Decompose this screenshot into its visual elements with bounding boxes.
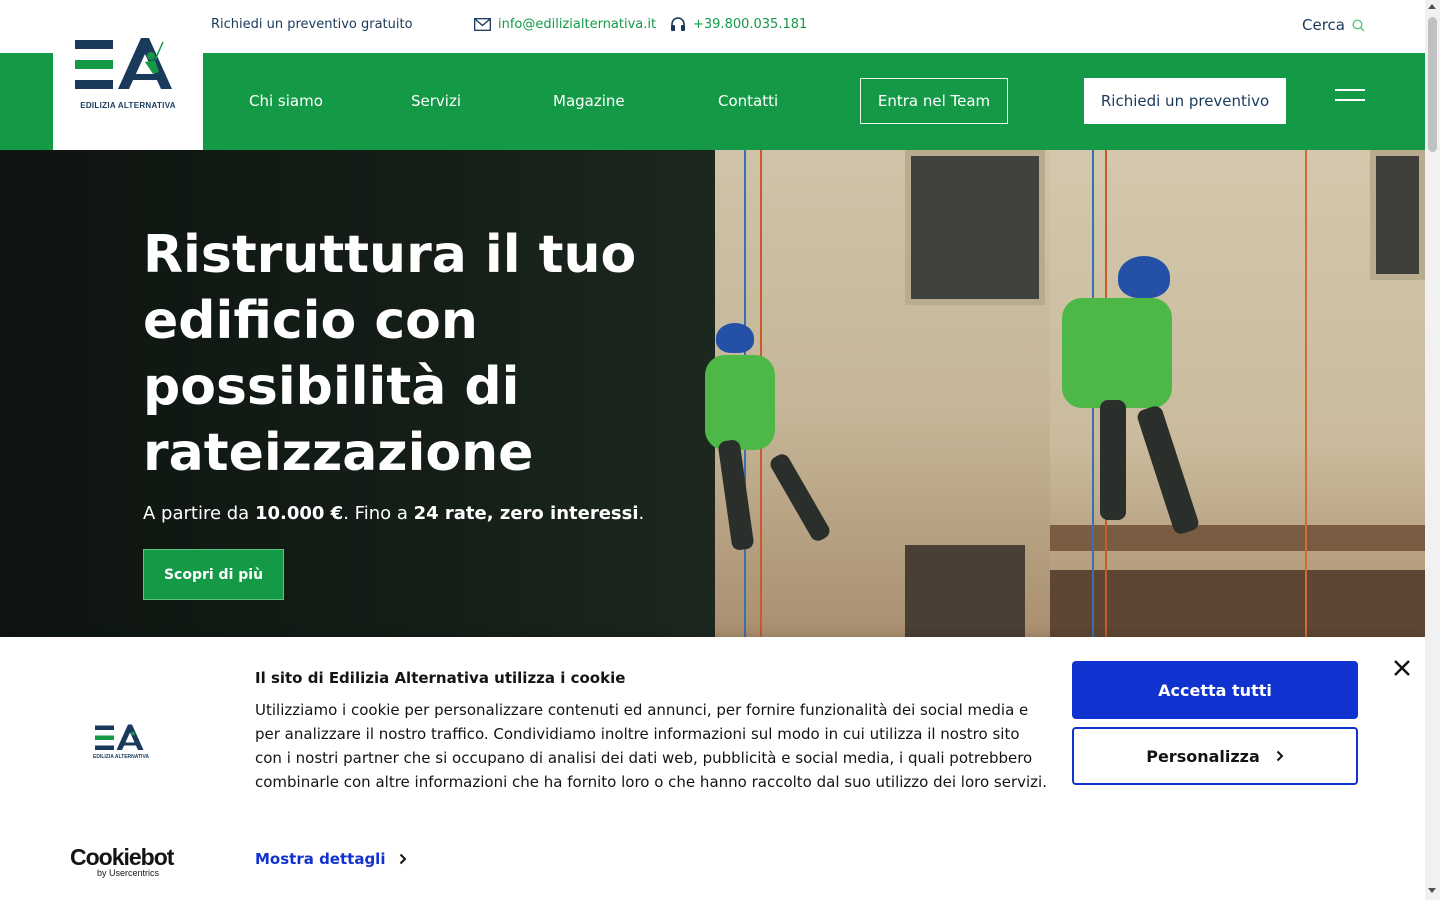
installments-info: 24 rate, zero interessi <box>413 503 639 524</box>
chevron-right-icon <box>1276 750 1284 762</box>
edilizia-alternativa-logo-icon <box>75 38 172 89</box>
nav-item-servizi[interactable]: Servizi <box>411 92 461 110</box>
logo-text: EDILIZIA ALTERNATIVA <box>80 101 176 110</box>
cookiebot-name: Cookiebot <box>70 844 174 870</box>
search-button[interactable]: Cerca <box>1302 16 1365 34</box>
hero-title: Ristruttura il tuo edificio con possibil… <box>143 225 637 483</box>
scroll-down-icon[interactable] <box>1428 888 1436 893</box>
cookie-brand-logo-icon <box>95 724 144 750</box>
chevron-right-icon <box>400 853 407 865</box>
email-text: info@edilizialternativa.it <box>498 17 657 32</box>
nav-item-chi-siamo[interactable]: Chi siamo <box>249 92 323 110</box>
cookie-title: Il sito di Edilizia Alternativa utilizza… <box>255 669 626 687</box>
search-icon <box>1352 18 1365 31</box>
hero-subtitle: A partire da 10.000 €. Fino a 24 rate, z… <box>143 503 645 524</box>
scroll-up-icon[interactable] <box>1428 4 1436 9</box>
cookie-description: Utilizziamo i cookie per personalizzare … <box>255 701 1047 791</box>
free-quote-link[interactable]: Richiedi un preventivo gratuito <box>211 17 413 32</box>
customize-label: Personalizza <box>1146 746 1260 766</box>
cookie-logo-text: EDILIZIA ALTERNATIVA <box>93 754 150 760</box>
cookiebot-brand[interactable]: Cookiebot by Usercentrics <box>70 844 174 878</box>
nav-item-magazine[interactable]: Magazine <box>553 92 625 110</box>
search-label: Cerca <box>1302 16 1345 34</box>
accept-all-button[interactable]: Accetta tutti <box>1072 661 1358 719</box>
show-details-link[interactable]: Mostra dettagli <box>255 850 407 868</box>
phone-link[interactable]: +39.800.035.181 <box>670 17 807 32</box>
page-scrollbar[interactable] <box>1425 0 1440 900</box>
mail-icon <box>474 18 491 31</box>
nav-item-contatti[interactable]: Contatti <box>718 92 778 110</box>
request-quote-button[interactable]: Richiedi un preventivo <box>1084 78 1286 124</box>
scrollbar-thumb[interactable] <box>1428 17 1437 152</box>
site-logo[interactable]: EDILIZIA ALTERNATIVA <box>53 28 203 150</box>
top-bar: Richiedi un preventivo gratuito info@edi… <box>0 0 1425 53</box>
join-team-button[interactable]: Entra nel Team <box>860 78 1008 124</box>
menu-icon[interactable] <box>1335 89 1365 105</box>
phone-text: +39.800.035.181 <box>693 17 808 32</box>
email-link[interactable]: info@edilizialternativa.it <box>474 17 656 32</box>
close-icon[interactable] <box>1392 658 1412 678</box>
headset-icon <box>671 17 685 31</box>
main-navigation: Chi siamo Servizi Magazine Contatti Entr… <box>0 53 1425 150</box>
show-details-label: Mostra dettagli <box>255 850 386 868</box>
price-from: 10.000 € <box>254 503 344 524</box>
discover-more-button[interactable]: Scopri di più <box>143 549 284 600</box>
customize-button[interactable]: Personalizza <box>1072 727 1358 785</box>
hero-section: Ristruttura il tuo edificio con possibil… <box>0 150 1425 637</box>
cookie-consent-banner: EDILIZIA ALTERNATIVA Cookiebot by Userce… <box>0 637 1425 900</box>
